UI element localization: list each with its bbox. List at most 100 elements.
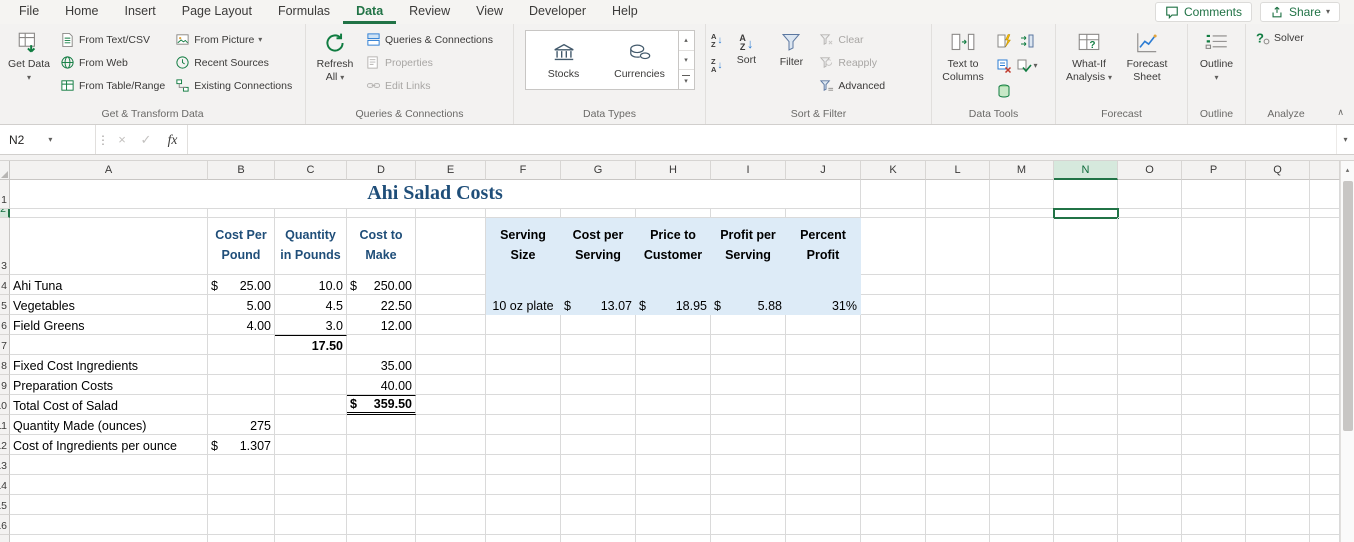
cell-r8-partial[interactable] — [1310, 355, 1340, 375]
column-header-H[interactable]: H — [636, 161, 711, 180]
cell-E5[interactable] — [416, 295, 486, 315]
cell-L13[interactable] — [926, 455, 990, 475]
cell-J14[interactable] — [786, 475, 861, 495]
cell-H8[interactable] — [636, 355, 711, 375]
column-header-I[interactable]: I — [711, 161, 786, 180]
sort-descending-button[interactable]: ZA ↓ — [711, 58, 722, 73]
cell-P16[interactable] — [1182, 515, 1246, 535]
cell-N3[interactable] — [1054, 218, 1118, 275]
cell-L14[interactable] — [926, 475, 990, 495]
queries-connections-button[interactable]: Queries & Connections — [363, 29, 496, 50]
cell-E2[interactable] — [416, 209, 486, 218]
cell-r14-partial[interactable] — [1310, 475, 1340, 495]
column-header-N[interactable]: N — [1054, 161, 1118, 180]
cell-K6[interactable] — [861, 315, 926, 335]
tab-review[interactable]: Review — [396, 0, 463, 24]
cell-O4[interactable] — [1118, 275, 1182, 295]
text-to-columns-button[interactable]: Text to Columns — [937, 27, 989, 84]
cell-r2-partial[interactable] — [1310, 209, 1340, 218]
cell-I11[interactable] — [711, 415, 786, 435]
formula-input[interactable] — [188, 125, 1336, 154]
cell-F10[interactable] — [486, 395, 561, 415]
cell-M17[interactable] — [990, 535, 1054, 542]
cell-B11[interactable]: 275 — [208, 415, 275, 435]
cell-L7[interactable] — [926, 335, 990, 355]
cell-O9[interactable] — [1118, 375, 1182, 395]
cell-L12[interactable] — [926, 435, 990, 455]
forecast-sheet-button[interactable]: Forecast Sheet — [1121, 27, 1173, 84]
insert-function-button[interactable]: fx — [158, 125, 188, 154]
cell-C17[interactable] — [275, 535, 347, 542]
row-header-13[interactable]: 13 — [0, 455, 10, 475]
cell-r12-partial[interactable] — [1310, 435, 1340, 455]
cell-I8[interactable] — [711, 355, 786, 375]
row-header-16[interactable]: 16 — [0, 515, 10, 535]
cell-M1[interactable] — [990, 180, 1054, 209]
cell-M16[interactable] — [990, 515, 1054, 535]
cell-P9[interactable] — [1182, 375, 1246, 395]
existing-connections-button[interactable]: Existing Connections — [172, 75, 295, 96]
cell-O6[interactable] — [1118, 315, 1182, 335]
cell-Q15[interactable] — [1246, 495, 1310, 515]
cell-Q2[interactable] — [1246, 209, 1310, 218]
scrollbar-thumb[interactable] — [1343, 181, 1353, 431]
cell-A14[interactable] — [10, 475, 208, 495]
cell-N14[interactable] — [1054, 475, 1118, 495]
cell-B14[interactable] — [208, 475, 275, 495]
cell-E14[interactable] — [416, 475, 486, 495]
cell-K7[interactable] — [861, 335, 926, 355]
gallery-scroll-down-icon[interactable]: ▾ — [678, 50, 694, 71]
cell-C3[interactable]: Quantity in Pounds — [275, 218, 347, 275]
cell-K1[interactable] — [861, 180, 926, 209]
cell-I12[interactable] — [711, 435, 786, 455]
cell-M12[interactable] — [990, 435, 1054, 455]
from-table-range-button[interactable]: From Table/Range — [57, 75, 168, 96]
cell-C16[interactable] — [275, 515, 347, 535]
cell-r1-partial[interactable] — [1310, 180, 1340, 209]
cell-F17[interactable] — [486, 535, 561, 542]
cell-H7[interactable] — [636, 335, 711, 355]
cell-r6-partial[interactable] — [1310, 315, 1340, 335]
cell-H15[interactable] — [636, 495, 711, 515]
tab-home[interactable]: Home — [52, 0, 111, 24]
cell-H3[interactable]: Price to Customer — [636, 218, 711, 275]
scroll-up-icon[interactable]: ▴ — [1341, 161, 1354, 179]
cell-I9[interactable] — [711, 375, 786, 395]
row-header-9[interactable]: 9 — [0, 375, 10, 395]
cell-I3[interactable]: Profit per Serving — [711, 218, 786, 275]
cell-A8[interactable]: Fixed Cost Ingredients — [10, 355, 208, 375]
cell-L9[interactable] — [926, 375, 990, 395]
cell-F9[interactable] — [486, 375, 561, 395]
cell-L4[interactable] — [926, 275, 990, 295]
cell-O13[interactable] — [1118, 455, 1182, 475]
properties-button[interactable]: Properties — [363, 52, 496, 73]
cell-B4[interactable]: $25.00 — [208, 275, 275, 295]
cell-D9[interactable]: 40.00 — [347, 375, 416, 395]
cell-G4[interactable] — [561, 275, 636, 295]
cell-D16[interactable] — [347, 515, 416, 535]
cell-C5[interactable]: 4.5 — [275, 295, 347, 315]
cancel-button[interactable]: × — [110, 125, 134, 154]
cell-A10[interactable]: Total Cost of Salad — [10, 395, 208, 415]
remove-duplicates-button[interactable] — [993, 54, 1015, 78]
cell-P17[interactable] — [1182, 535, 1246, 542]
cell-M7[interactable] — [990, 335, 1054, 355]
tab-insert[interactable]: Insert — [112, 0, 169, 24]
cell-O14[interactable] — [1118, 475, 1182, 495]
cell-A16[interactable] — [10, 515, 208, 535]
cell-K3[interactable] — [861, 218, 926, 275]
share-button[interactable]: Share ▾ — [1259, 2, 1340, 22]
cell-G9[interactable] — [561, 375, 636, 395]
cell-N2[interactable] — [1053, 208, 1119, 219]
cell-J15[interactable] — [786, 495, 861, 515]
sort-ascending-button[interactable]: AZ ↓ — [711, 33, 722, 48]
cell-Q3[interactable] — [1246, 218, 1310, 275]
cell-F14[interactable] — [486, 475, 561, 495]
what-if-analysis-button[interactable]: ? What-If Analysis ▾ — [1061, 27, 1117, 84]
cell-D6[interactable]: 12.00 — [347, 315, 416, 335]
outline-button[interactable]: Outline ▾ — [1193, 27, 1240, 84]
cell-H17[interactable] — [636, 535, 711, 542]
from-picture-button[interactable]: From Picture ▾ — [172, 29, 295, 50]
cell-D8[interactable]: 35.00 — [347, 355, 416, 375]
cell-M4[interactable] — [990, 275, 1054, 295]
